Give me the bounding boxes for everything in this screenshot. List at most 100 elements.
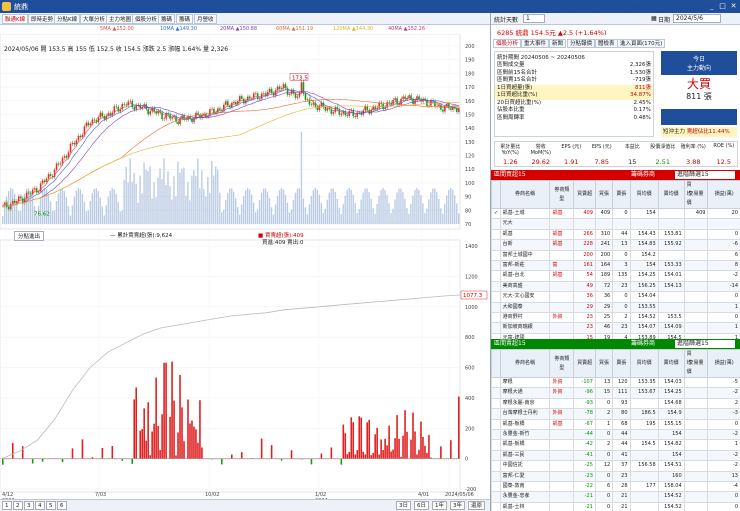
page-btn-5[interactable]: 5 <box>46 501 56 510</box>
table-header[interactable]: 券商類型 <box>549 349 575 378</box>
table-row[interactable]: 美商高盛497223156.25154.1395-14 <box>491 280 740 293</box>
table-cell: 29 <box>573 301 596 314</box>
table-header[interactable]: 券商名稱 <box>499 180 551 209</box>
table-row[interactable]: 港商野村外資23252154.52153.5270 <box>491 312 740 324</box>
table-row[interactable]: 國泰-敦南-22628177158.0434-4 <box>491 481 740 493</box>
table-row[interactable]: 台灣摩根士丹利外資-78280186.5154.982-3 <box>491 408 740 420</box>
tab-revenue[interactable]: 月營收 <box>194 14 217 24</box>
table-header[interactable]: 買賣超 <box>573 349 596 378</box>
subtab-analysis[interactable]: 個股分析 <box>493 39 522 48</box>
subtab-enter[interactable]: 進入頁面(170元) <box>617 39 666 48</box>
volume-bar <box>252 202 255 224</box>
table-cell <box>491 270 501 282</box>
subtab-branch[interactable]: 分點報價 <box>567 39 596 48</box>
sub-indicator-select[interactable]: 分點進出 <box>14 231 45 241</box>
table-row[interactable]: 永豐金-忠孝-21021154.52210 <box>491 491 740 503</box>
page-btn-3[interactable]: 3 <box>24 501 34 510</box>
table-cell <box>657 249 685 262</box>
table-row[interactable]: 摩根外資-10713120153.35154.03133-5 <box>491 376 740 389</box>
volume-bar <box>217 169 219 224</box>
period-adjust[interactable]: 還原 <box>468 501 486 510</box>
table-row[interactable]: 大和國泰29290153.55291 <box>491 301 740 314</box>
buy-broker-select[interactable]: 籌碼券商 <box>631 170 655 180</box>
table-row[interactable]: 富邦-仁愛-230231602313 <box>491 470 740 483</box>
price-chart[interactable]: 200 190 180 170 160 150 140 130 120 110 100 90 80 70 1… <box>0 34 490 499</box>
table-cell: 凱基 <box>549 228 575 241</box>
tab-intraday[interactable]: 即時走勢 <box>28 14 57 24</box>
period-1y[interactable]: 1年 <box>432 501 447 510</box>
table-row[interactable]: 凱基-板橋凱基-67168195155.15690 <box>491 418 740 431</box>
tab-chips[interactable]: 籌碼 <box>158 14 176 24</box>
menu-mobile[interactable]: 手機 <box>539 3 551 12</box>
stat-days-select[interactable]: 1 <box>523 14 545 23</box>
table-header[interactable]: 賣張 <box>612 349 631 378</box>
menu-screener[interactable]: 選股資料 <box>631 3 655 12</box>
table-header[interactable]: 損益(萬) <box>707 180 740 209</box>
menu-trades[interactable]: 交易筆數 <box>661 3 685 12</box>
table-cell <box>491 397 501 410</box>
table-row[interactable]: 凱基-三民-4104115441-2 <box>491 449 740 462</box>
table-row[interactable]: 中國信託-251237156.58154.5149-2 <box>491 460 740 472</box>
sell-broker-select[interactable]: 籌碼券商 <box>631 339 655 349</box>
subtab-news[interactable]: 新聞 <box>549 39 567 48</box>
table-row[interactable]: 永豐金-新竹-4404415444-2 <box>491 429 740 441</box>
menu-helper[interactable]: 助選資料 <box>691 3 715 12</box>
candle-body <box>444 106 446 112</box>
table-header[interactable]: 賣均價 <box>657 349 685 378</box>
table-row[interactable]: 台新凱基22824113154.83155.92254-6 <box>491 239 740 251</box>
table-header[interactable]: 券商類型 <box>549 180 575 209</box>
table-row[interactable]: 摩根永麗-南京-93093154.68932 <box>491 397 740 410</box>
period-3d[interactable]: 3日 <box>396 501 411 510</box>
menu-report[interactable]: 報告 <box>557 3 569 12</box>
table-row[interactable]: ✓ 凱基-土城 凱基 409 409 0 154 409 20 <box>491 207 740 220</box>
table-header[interactable] <box>491 349 501 378</box>
table-header[interactable]: 買賣超 <box>573 180 596 209</box>
date-picker[interactable]: 2024/5/6 <box>673 14 721 23</box>
table-header[interactable]: 賣張 <box>612 180 631 209</box>
table-row[interactable]: 凱基-士林-21021154.52210 <box>491 501 740 511</box>
table-header[interactable]: 券商名稱 <box>499 349 551 378</box>
menu-chips[interactable]: 籌碼 <box>575 3 587 12</box>
tab-k-line[interactable]: 聯通K線 <box>2 14 29 24</box>
subtab-events[interactable]: 重大事件 <box>521 39 550 48</box>
table-row[interactable]: 凱基-板橋-42244154.5154.82461 <box>491 439 740 451</box>
page-btn-1[interactable]: 1 <box>2 501 12 510</box>
tab-chips-2[interactable]: 籌碼 <box>176 14 194 24</box>
subtab-health[interactable]: 體檢表 <box>595 39 618 48</box>
tab-branch-k[interactable]: 分點K線 <box>54 14 81 24</box>
table-header[interactable]: 損益(萬) <box>707 349 740 378</box>
menu-chips-2[interactable]: 籌碼 <box>611 3 623 12</box>
table-cell <box>683 387 709 399</box>
tab-big-order[interactable]: 大單分析 <box>80 14 109 24</box>
table-header[interactable]: 賣均價 <box>657 180 685 209</box>
menu-main[interactable]: 主力 <box>593 3 605 12</box>
table-cell: -2 <box>707 460 740 472</box>
net-buy-bar <box>404 410 406 459</box>
table-row[interactable]: 富邦-新莊富1611643154153.331678 <box>491 260 740 272</box>
table-header[interactable]: 買均價 <box>629 180 659 209</box>
table-header[interactable]: 買張 <box>594 180 614 209</box>
page-btn-4[interactable]: 4 <box>35 501 45 510</box>
table-row[interactable]: 摩根大通外資-9615111153.67154.25126-2 <box>491 387 740 399</box>
period-3y[interactable]: 3年 <box>450 501 465 510</box>
table-row[interactable]: 元大-文心國安36360154.04360 <box>491 291 740 303</box>
candle-body <box>374 106 376 110</box>
tab-stock-analysis[interactable]: 個股分析 <box>132 14 161 24</box>
table-header[interactable] <box>491 180 501 209</box>
table-row[interactable]: 新加坡商瑞銀234623154.07154.09691 <box>491 322 740 334</box>
table-header[interactable]: 買張 <box>594 349 614 378</box>
table-row[interactable]: 富邦土城國中2002000154.22006 <box>491 249 740 262</box>
sell-filter-select[interactable]: 進階篩選15 <box>675 340 735 348</box>
table-row[interactable]: 元大 <box>491 218 740 230</box>
table-row[interactable]: 凱基-台北凱基54189135154.25154.01324-2 <box>491 270 740 282</box>
tab-main-map[interactable]: 主力地圖 <box>106 14 135 24</box>
page-btn-6[interactable]: 6 <box>57 501 67 510</box>
candle-body <box>334 107 337 113</box>
buy-filter-select[interactable]: 進階篩選15 <box>675 171 735 179</box>
fund-value: 12.5 <box>716 158 731 166</box>
period-6d[interactable]: 6日 <box>414 501 429 510</box>
table-row[interactable]: 凱基凱基26631044154.43153.813540 <box>491 228 740 241</box>
page-btn-2[interactable]: 2 <box>13 501 23 510</box>
table-header[interactable]: 買均價 <box>629 349 659 378</box>
net-buy-bar <box>354 454 357 459</box>
